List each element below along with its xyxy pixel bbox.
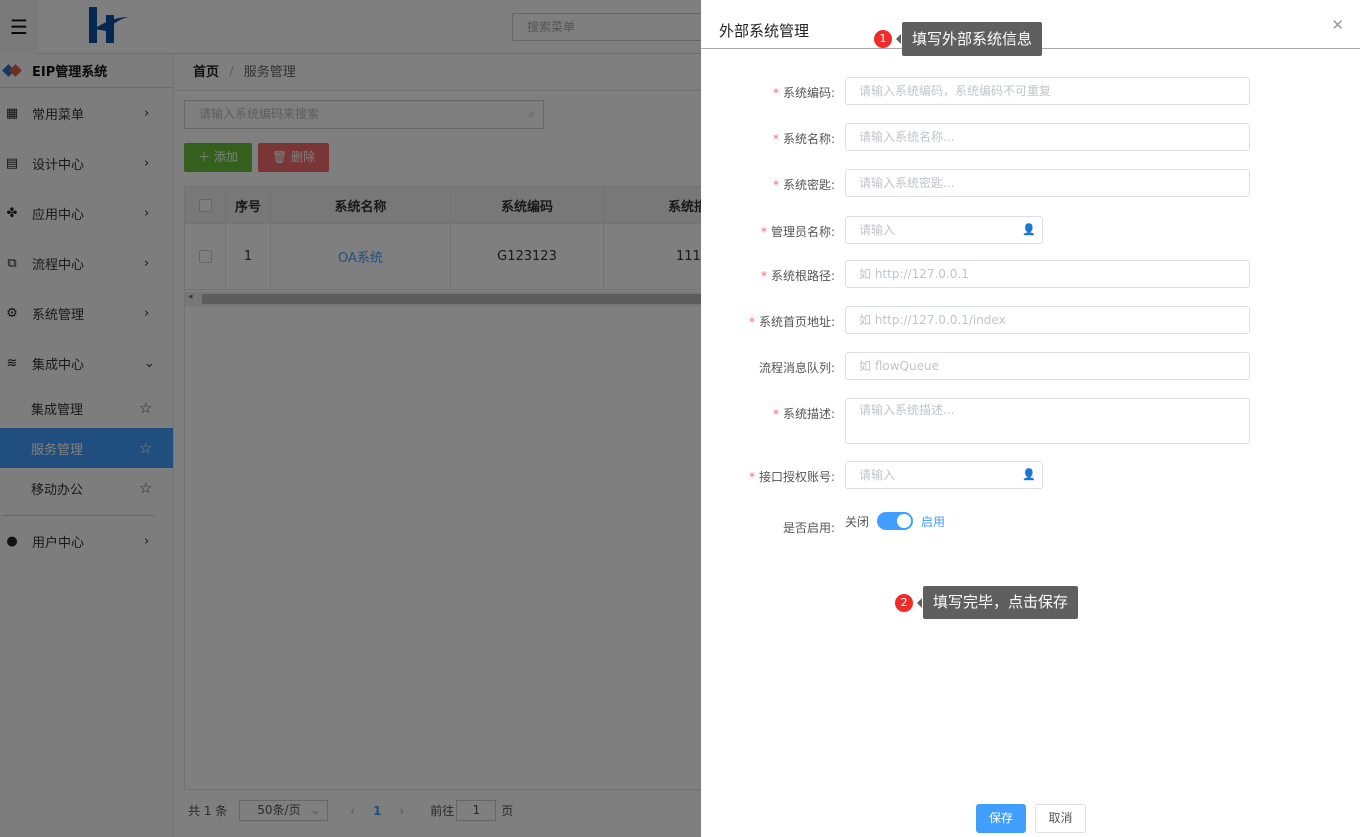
field-label: * 系统名称: (772, 132, 835, 146)
admin-name-input[interactable]: 请输入 👤 (845, 216, 1043, 244)
cancel-button[interactable]: 取消 (1035, 804, 1086, 833)
description-textarea[interactable]: 请输入系统描述... (845, 398, 1250, 444)
annotation-tooltip: 填写完毕，点击保存 (916, 586, 1079, 619)
field-label: * 系统密匙: (772, 178, 835, 192)
system-key-input[interactable]: 请输入系统密匙... (845, 169, 1250, 197)
save-button[interactable]: 保存 (976, 804, 1026, 833)
switch-on-label: 启用 (921, 514, 946, 529)
field-label: 流程消息队列: (758, 361, 835, 375)
switch-off-label: 关闭 (845, 514, 870, 529)
flow-queue-input[interactable]: 如 flowQueue (845, 352, 1250, 380)
field-label: * 管理员名称: (760, 225, 835, 239)
api-account-input[interactable]: 请输入 👤 (845, 461, 1043, 489)
home-url-input[interactable]: 如 http://127.0.0.1/index (845, 306, 1250, 334)
field-label: * 系统首页地址: (748, 315, 835, 329)
annotation-badge: 1 (874, 30, 892, 48)
field-label: * 系统根路径: (760, 269, 835, 283)
drawer-title: 外部系统管理 (719, 22, 810, 40)
annotation-tooltip: 填写外部系统信息 (895, 22, 1043, 56)
field-label: * 系统描述: (772, 407, 835, 421)
annotation-badge: 2 (895, 594, 913, 612)
system-name-input[interactable]: 请输入系统名称... (845, 123, 1250, 151)
field-label: * 系统编码: (772, 86, 835, 100)
user-icon[interactable]: 👤 (1022, 462, 1036, 488)
close-icon[interactable]: ✕ (1331, 16, 1344, 34)
switch-track[interactable] (877, 512, 914, 530)
external-system-drawer: 外部系统管理 ✕ * 系统编码: 请输入系统编码，系统编码不可重复 * 系统名称: 请输… (701, 0, 1360, 837)
modal-overlay[interactable] (0, 0, 701, 837)
user-icon[interactable]: 👤 (1022, 217, 1036, 243)
system-code-input[interactable]: 请输入系统编码，系统编码不可重复 (845, 77, 1250, 105)
field-label: * 接口授权账号: (748, 470, 835, 484)
enable-switch[interactable]: 关闭 启用 (845, 512, 945, 530)
field-label: 是否启用: (782, 521, 835, 535)
root-path-input[interactable]: 如 http://127.0.0.1 (845, 260, 1250, 288)
